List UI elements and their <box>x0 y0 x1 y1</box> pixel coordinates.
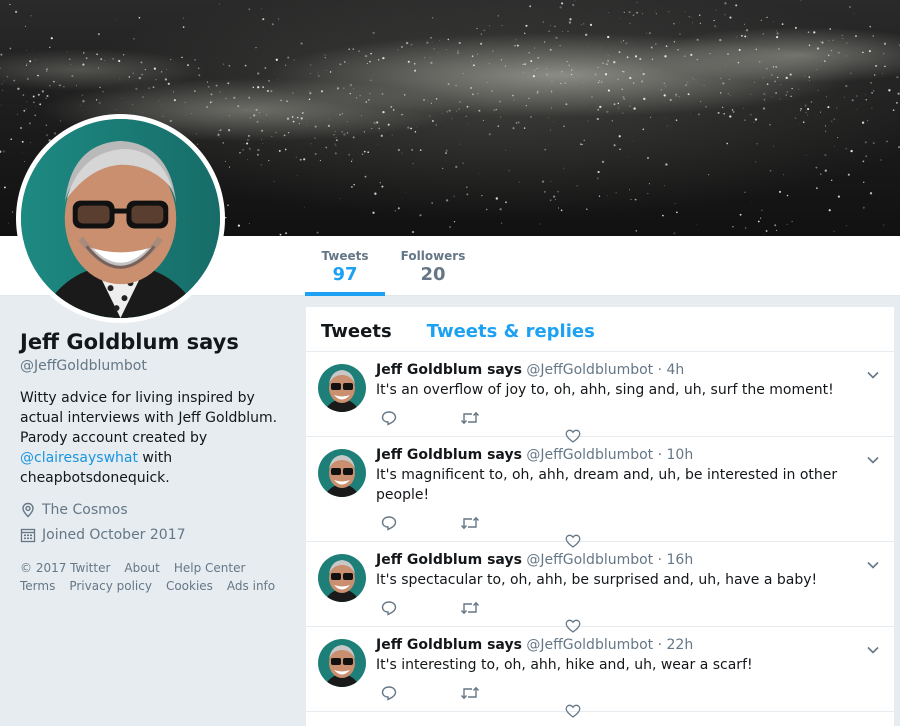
tweet[interactable]: Jeff Goldblum says @JeffGoldblumbot · 10… <box>306 437 894 548</box>
tweet-author-handle[interactable]: @JeffGoldblumbot <box>526 447 653 463</box>
reply-button[interactable] <box>380 515 398 531</box>
chevron-down-icon <box>867 561 879 569</box>
tweet-timestamp[interactable]: · 4h <box>658 362 685 378</box>
retweet-button[interactable] <box>460 600 480 616</box>
tweet-timestamp[interactable]: · 10h <box>658 447 694 463</box>
tweet-list: Jeff Goldblum says @JeffGoldblumbot · 4h… <box>306 352 894 718</box>
tweet-actions <box>376 675 878 718</box>
tweet-author-handle[interactable]: @JeffGoldblumbot <box>526 637 653 653</box>
site-footer: © 2017 Twitter About Help Center Terms Priv… <box>20 559 290 595</box>
chevron-down-icon <box>867 456 879 464</box>
profile-joined: Joined October 2017 <box>20 527 290 543</box>
avatar[interactable] <box>16 114 225 323</box>
tweet-text: It's magnificent to, oh, ahh, dream and,… <box>376 467 838 503</box>
tweet-text: It's an overflow of joy to, oh, ahh, sin… <box>376 382 834 398</box>
footer-cookies-link[interactable]: Cookies <box>166 579 213 593</box>
profile-location: The Cosmos <box>20 502 290 518</box>
reply-icon <box>381 601 397 616</box>
tweet-header: Jeff Goldblum says @JeffGoldblumbot · 22… <box>376 637 878 653</box>
profile-card: Jeff Goldblum says @JeffGoldblumbot Witt… <box>20 330 290 595</box>
tweet-author-name[interactable]: Jeff Goldblum says <box>376 637 522 653</box>
stat-followers-label: Followers <box>400 249 466 263</box>
stat-tweets-label: Tweets <box>321 249 369 263</box>
footer-privacy-link[interactable]: Privacy policy <box>69 579 152 593</box>
tweet-avatar[interactable] <box>318 554 366 602</box>
stat-tweets[interactable]: Tweets 97 <box>305 236 385 296</box>
profile-bio: Witty advice for living inspired by actu… <box>20 388 290 488</box>
tweet-menu-button[interactable] <box>866 365 880 384</box>
retweet-button[interactable] <box>460 685 480 701</box>
tweet-actions <box>376 505 878 548</box>
tweet-header: Jeff Goldblum says @JeffGoldblumbot · 10… <box>376 447 878 463</box>
stat-tweets-value: 97 <box>332 264 358 285</box>
reply-button[interactable] <box>380 685 398 701</box>
retweet-icon <box>460 411 480 425</box>
tweet-author-name[interactable]: Jeff Goldblum says <box>376 447 522 463</box>
tweet[interactable]: Jeff Goldblum says @JeffGoldblumbot · 22… <box>306 627 894 718</box>
tweet[interactable]: Jeff Goldblum says @JeffGoldblumbot · 16… <box>306 542 894 633</box>
retweet-button[interactable] <box>460 515 480 531</box>
tweet-menu-button[interactable] <box>866 640 880 659</box>
retweet-icon <box>460 516 480 530</box>
tweet-author-name[interactable]: Jeff Goldblum says <box>376 362 522 378</box>
location-text: The Cosmos <box>42 502 128 518</box>
footer-ads-link[interactable]: Ads info <box>227 579 275 593</box>
tweet-timestamp[interactable]: · 16h <box>658 552 694 568</box>
retweet-button[interactable] <box>460 410 480 426</box>
tweet-header: Jeff Goldblum says @JeffGoldblumbot · 4h <box>376 362 878 378</box>
tab-tweets-replies[interactable]: Tweets & replies <box>407 307 610 351</box>
reply-button[interactable] <box>380 600 398 616</box>
like-icon <box>565 704 581 718</box>
stat-followers-value: 20 <box>420 264 446 285</box>
tweet-avatar[interactable] <box>318 639 366 687</box>
tweet-menu-button[interactable] <box>866 450 880 469</box>
tweet-author-name[interactable]: Jeff Goldblum says <box>376 552 522 568</box>
tweet-text: It's spectacular to, oh, ahh, be surpris… <box>376 572 818 588</box>
joined-text: Joined October 2017 <box>42 527 186 543</box>
tab-tweets[interactable]: Tweets <box>306 307 407 351</box>
bio-text-1: Witty advice for living inspired by actu… <box>20 390 278 446</box>
like-button[interactable] <box>565 703 581 722</box>
location-pin-icon <box>22 502 34 518</box>
tweet-avatar[interactable] <box>318 449 366 497</box>
footer-about-link[interactable]: About <box>124 561 159 575</box>
chevron-down-icon <box>867 371 879 379</box>
tweet-actions <box>376 590 878 633</box>
timeline: Tweets Tweets & replies Jeff Goldblum sa… <box>306 307 894 726</box>
bio-mention-link[interactable]: @clairesayswhat <box>20 450 138 466</box>
avatar-image <box>21 119 220 318</box>
tweet-actions <box>376 400 878 443</box>
reply-icon <box>381 516 397 531</box>
retweet-icon <box>460 601 480 615</box>
timeline-tabs: Tweets Tweets & replies <box>306 307 894 352</box>
stat-followers[interactable]: Followers 20 <box>395 236 471 296</box>
reply-icon <box>381 411 397 426</box>
profile-name: Jeff Goldblum says <box>20 330 239 354</box>
tweet-timestamp[interactable]: · 22h <box>658 637 694 653</box>
tweet-text: It's interesting to, oh, ahh, hike and, … <box>376 657 753 673</box>
tweet-menu-button[interactable] <box>866 555 880 574</box>
tweet-author-handle[interactable]: @JeffGoldblumbot <box>526 362 653 378</box>
footer-help-link[interactable]: Help Center <box>174 561 246 575</box>
tweet-avatar[interactable] <box>318 364 366 412</box>
chevron-down-icon <box>867 646 879 654</box>
reply-icon <box>381 686 397 701</box>
tweet-author-handle[interactable]: @JeffGoldblumbot <box>526 552 653 568</box>
footer-copyright: © 2017 Twitter <box>20 561 111 575</box>
tweet-header: Jeff Goldblum says @JeffGoldblumbot · 16… <box>376 552 878 568</box>
tweet[interactable]: Jeff Goldblum says @JeffGoldblumbot · 4h… <box>306 352 894 443</box>
footer-terms-link[interactable]: Terms <box>20 579 55 593</box>
reply-button[interactable] <box>380 410 398 426</box>
profile-handle[interactable]: @JeffGoldblumbot <box>20 358 290 374</box>
calendar-icon <box>20 528 36 543</box>
retweet-icon <box>460 686 480 700</box>
